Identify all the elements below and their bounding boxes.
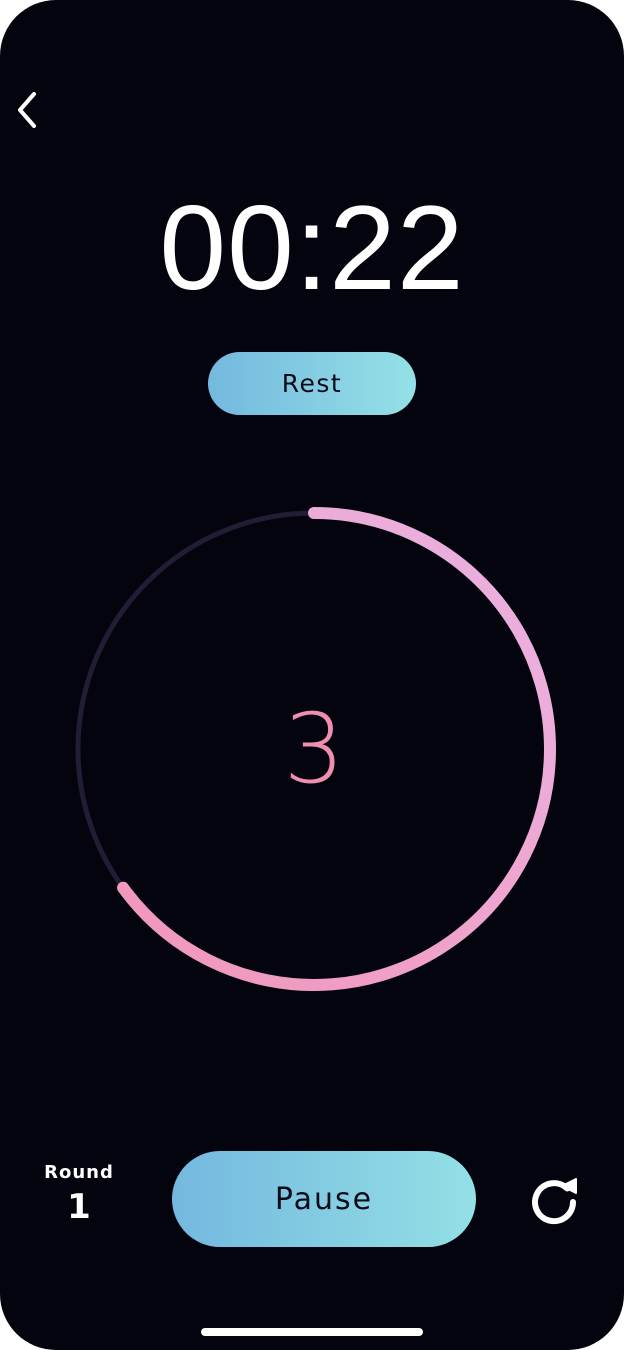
timer-display: 00:22 bbox=[159, 181, 465, 315]
round-value: 1 bbox=[67, 1187, 91, 1227]
app-screen: 00:22 Rest 3 Round 1 Pause bbox=[0, 0, 624, 1350]
phase-badge: Rest bbox=[208, 352, 416, 415]
chevron-left-icon bbox=[18, 92, 36, 128]
reset-button[interactable] bbox=[522, 1168, 586, 1232]
round-counter: Round 1 bbox=[34, 1162, 124, 1227]
phase-label: Rest bbox=[281, 369, 343, 398]
back-button[interactable] bbox=[4, 84, 52, 136]
round-label: Round bbox=[44, 1162, 114, 1183]
pause-label: Pause bbox=[274, 1181, 374, 1217]
pause-button[interactable]: Pause bbox=[172, 1151, 476, 1247]
home-indicator bbox=[201, 1328, 423, 1336]
reset-icon bbox=[532, 1178, 577, 1225]
countdown-value: 3 bbox=[283, 693, 345, 805]
